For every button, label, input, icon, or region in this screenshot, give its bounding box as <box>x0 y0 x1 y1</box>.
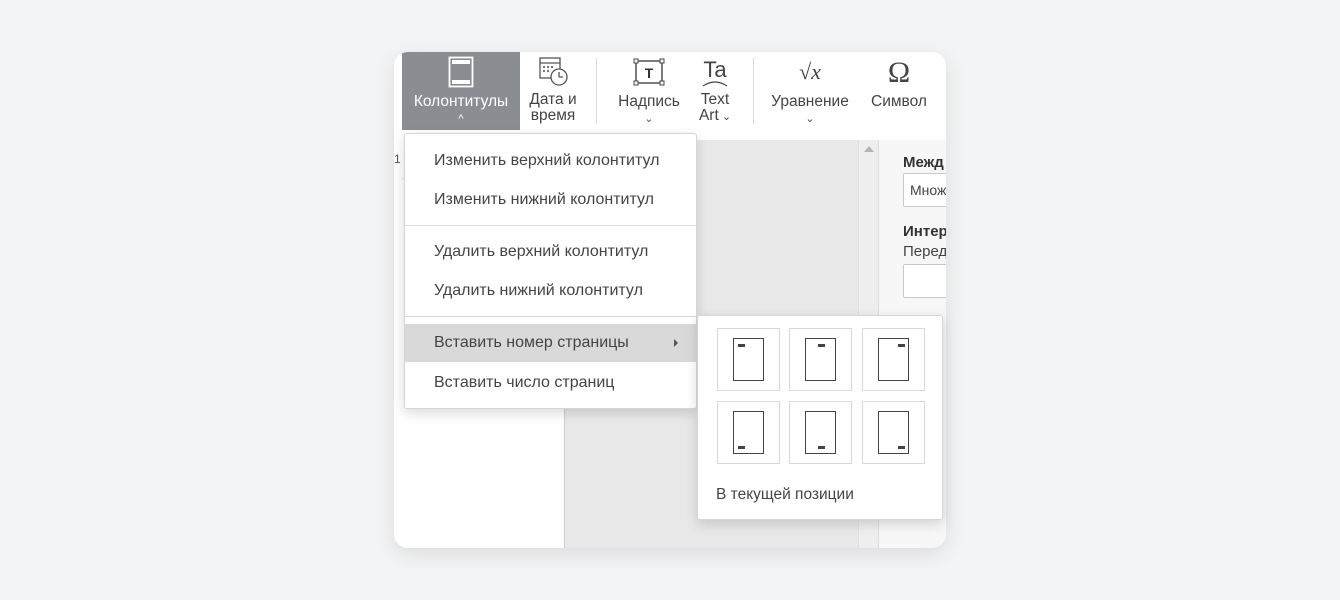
equation-label: Уравнение <box>771 93 849 110</box>
text-box-glyph: T <box>645 65 654 81</box>
before-spacing-input[interactable] <box>903 264 946 298</box>
page-icon <box>805 411 836 454</box>
symbol-glyph: Ω <box>888 56 910 88</box>
position-top-left[interactable] <box>717 328 780 391</box>
text-art-icon: Ta <box>702 57 727 87</box>
chevron-down-icon: ⌄ <box>644 113 654 125</box>
number-mark <box>898 344 905 347</box>
calendar-clock-icon <box>539 57 568 86</box>
text-box-icon: T <box>633 58 665 86</box>
number-mark <box>898 446 905 449</box>
scroll-up-arrow-icon[interactable] <box>864 146 874 152</box>
number-mark <box>738 446 745 449</box>
text-art-glyph: Ta <box>703 57 727 82</box>
number-mark <box>818 446 825 449</box>
spacing-title: Межд <box>903 154 944 171</box>
page-icon <box>878 338 909 381</box>
current-position-option[interactable]: В текущей позиции <box>716 486 854 504</box>
insert-toolbar: Колонтитулы ^ Дата и время T Надпись ⌄ T… <box>394 52 946 140</box>
position-bottom-center[interactable] <box>789 401 852 464</box>
position-top-right[interactable] <box>862 328 925 391</box>
chevron-up-icon: ^ <box>458 113 464 125</box>
menu-divider <box>405 316 696 317</box>
page-icon <box>805 338 836 381</box>
position-top-center[interactable] <box>789 328 852 391</box>
toolbar-separator <box>753 58 754 124</box>
symbol-button[interactable]: Ω Символ <box>864 52 934 130</box>
symbol-label: Символ <box>871 93 927 110</box>
date-time-label-line1: Дата и <box>529 91 577 108</box>
text-art-button[interactable]: Ta Text Art ⌄ <box>692 52 738 130</box>
indents-title: Интер <box>903 223 946 240</box>
headers-footers-label: Колонтитулы <box>413 93 509 110</box>
text-box-button[interactable]: T Надпись ⌄ <box>606 52 692 130</box>
menu-divider <box>405 225 696 226</box>
position-bottom-left[interactable] <box>717 401 780 464</box>
number-mark <box>818 344 825 347</box>
equation-button[interactable]: √x Уравнение ⌄ <box>764 52 856 130</box>
menu-item-insert-page-number[interactable]: Вставить номер страницы <box>405 324 696 362</box>
text-art-label-line1: Text <box>700 91 730 108</box>
number-mark <box>738 344 745 347</box>
menu-item-insert-page-count[interactable]: Вставить число страниц <box>405 364 696 402</box>
date-time-label-line2: время <box>530 107 576 124</box>
ruler-number: 1 <box>394 152 401 166</box>
position-bottom-right[interactable] <box>862 401 925 464</box>
equation-glyph: √x <box>799 59 821 84</box>
menu-item-edit-footer[interactable]: Изменить нижний колонтитул <box>405 181 696 219</box>
page-icon <box>733 338 764 381</box>
menu-item-edit-header[interactable]: Изменить верхний колонтитул <box>405 142 696 180</box>
headers-footers-menu: Изменить верхний колонтитул Изменить ниж… <box>404 133 697 409</box>
date-time-button[interactable]: Дата и время <box>520 52 586 130</box>
chevron-down-icon: ⌄ <box>721 111 732 123</box>
page-icon <box>878 411 909 454</box>
text-art-label-line2: Art ⌄ <box>698 107 732 124</box>
equation-icon: √x <box>799 59 821 84</box>
page-number-position-submenu: В текущей позиции <box>697 315 943 520</box>
before-label: Перед <box>903 243 946 260</box>
submenu-arrow-icon <box>674 339 678 347</box>
omega-icon: Ω <box>888 56 910 88</box>
menu-item-remove-footer[interactable]: Удалить нижний колонтитул <box>405 272 696 310</box>
page-icon <box>733 411 764 454</box>
toolbar-separator <box>596 58 597 124</box>
header-footer-icon <box>448 56 474 88</box>
headers-footers-button[interactable]: Колонтитулы ^ <box>402 52 520 130</box>
line-spacing-select[interactable]: Множ <box>903 173 946 207</box>
menu-item-remove-header[interactable]: Удалить верхний колонтитул <box>405 233 696 271</box>
text-box-label: Надпись <box>618 93 680 110</box>
chevron-down-icon: ⌄ <box>805 113 815 125</box>
